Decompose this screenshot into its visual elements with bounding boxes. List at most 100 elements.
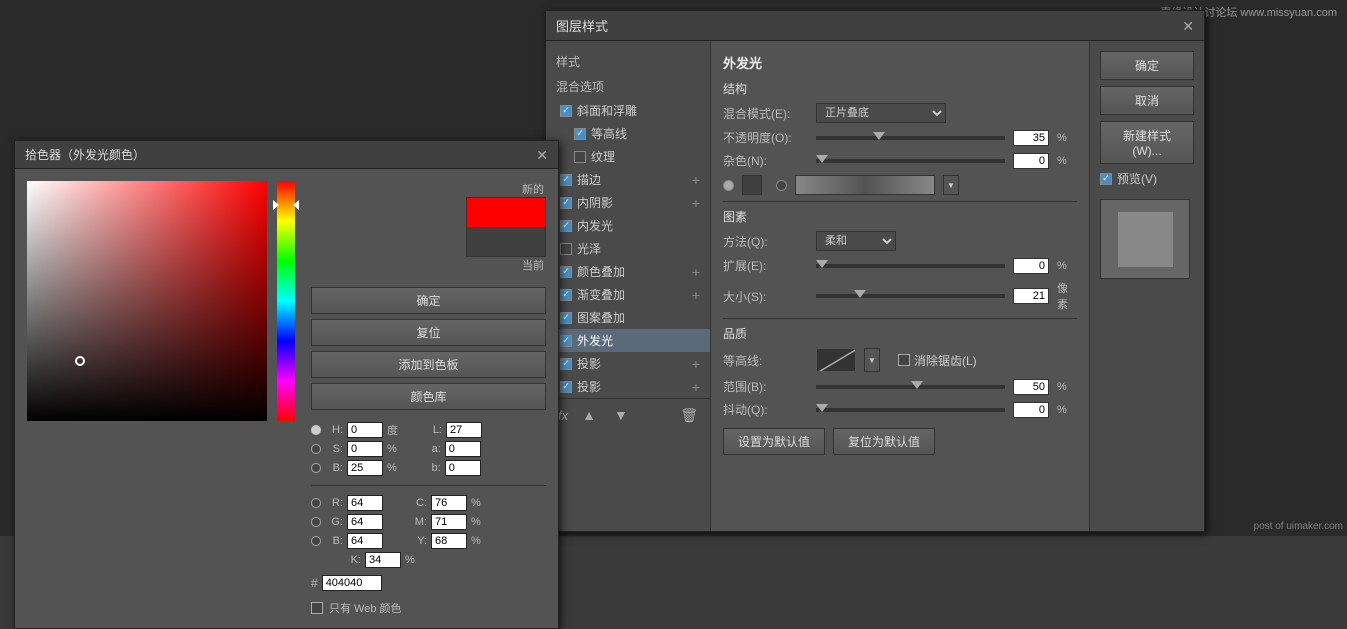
noise-input[interactable] bbox=[1013, 153, 1049, 169]
anti-alias-checkbox[interactable] bbox=[898, 354, 910, 366]
glow-color-swatch[interactable] bbox=[742, 175, 762, 195]
h-input[interactable] bbox=[347, 422, 383, 438]
s-input[interactable] bbox=[347, 441, 383, 457]
outer-glow-checkbox[interactable] bbox=[560, 335, 572, 347]
move-down-button[interactable]: ▼ bbox=[610, 405, 632, 425]
size-slider-track[interactable] bbox=[816, 294, 1005, 298]
reset-button[interactable]: 复位 bbox=[311, 319, 546, 346]
contour-checkbox[interactable] bbox=[574, 128, 586, 140]
y-input[interactable] bbox=[431, 533, 467, 549]
cancel-panel-button[interactable]: 取消 bbox=[1100, 86, 1194, 115]
style-item-contour[interactable]: 等高线 bbox=[546, 122, 710, 145]
hex-input[interactable] bbox=[322, 575, 382, 591]
gradient-overlay-checkbox[interactable] bbox=[560, 289, 572, 301]
reset-default-button[interactable]: 复位为默认值 bbox=[833, 428, 935, 455]
color-library-button[interactable]: 颜色库 bbox=[311, 383, 546, 410]
jitter-label: 抖动(Q): bbox=[723, 401, 808, 418]
ok-panel-button[interactable]: 确定 bbox=[1100, 51, 1194, 80]
style-item-bevel[interactable]: 斜面和浮雕 bbox=[546, 99, 710, 122]
contour-preview[interactable] bbox=[816, 348, 856, 372]
drop-shadow1-checkbox[interactable] bbox=[560, 358, 572, 370]
m-unit: % bbox=[471, 516, 481, 528]
bevel-checkbox[interactable] bbox=[560, 105, 572, 117]
s-radio[interactable] bbox=[311, 444, 321, 454]
b-input-row: B: % b: bbox=[311, 460, 546, 476]
inner-glow-checkbox[interactable] bbox=[560, 220, 572, 232]
blend-mode-select[interactable]: 正片叠底 bbox=[816, 103, 946, 123]
b3-input[interactable] bbox=[445, 460, 481, 476]
range-slider-track[interactable] bbox=[816, 385, 1005, 389]
drop-shadow2-checkbox[interactable] bbox=[560, 381, 572, 393]
l-input[interactable] bbox=[446, 422, 482, 438]
style-item-stroke[interactable]: 描边 + bbox=[546, 168, 710, 191]
style-item-pattern-overlay[interactable]: 图案叠加 bbox=[546, 306, 710, 329]
style-item-color-overlay[interactable]: 颜色叠加 + bbox=[546, 260, 710, 283]
m-input[interactable] bbox=[431, 514, 467, 530]
spread-label: 扩展(E): bbox=[723, 257, 808, 274]
opacity-input[interactable] bbox=[1013, 130, 1049, 146]
c-input[interactable] bbox=[431, 495, 467, 511]
b2-input[interactable] bbox=[347, 533, 383, 549]
r-radio[interactable] bbox=[311, 498, 321, 508]
color-overlay-checkbox[interactable] bbox=[560, 266, 572, 278]
spread-slider-thumb[interactable] bbox=[816, 260, 828, 268]
move-up-button[interactable]: ▲ bbox=[578, 405, 600, 425]
style-item-satin[interactable]: 光泽 bbox=[546, 237, 710, 260]
style-item-outer-glow[interactable]: 外发光 bbox=[546, 329, 710, 352]
solid-color-radio[interactable] bbox=[723, 180, 734, 191]
style-item-gradient-overlay[interactable]: 渐变叠加 + bbox=[546, 283, 710, 306]
delete-button[interactable]: 🗑 bbox=[680, 407, 698, 424]
style-item-texture[interactable]: 纹理 bbox=[546, 145, 710, 168]
ok-button[interactable]: 确定 bbox=[311, 287, 546, 314]
noise-slider-track[interactable] bbox=[816, 159, 1005, 163]
g-input[interactable] bbox=[347, 514, 383, 530]
noise-slider-thumb[interactable] bbox=[816, 155, 828, 163]
pattern-overlay-checkbox[interactable] bbox=[560, 312, 572, 324]
g-radio[interactable] bbox=[311, 517, 321, 527]
gradient-dropdown-arrow[interactable]: ▼ bbox=[943, 175, 959, 195]
hue-slider[interactable] bbox=[277, 181, 295, 421]
opacity-slider-thumb[interactable] bbox=[873, 132, 885, 140]
texture-checkbox[interactable] bbox=[574, 151, 586, 163]
b2-radio[interactable] bbox=[311, 536, 321, 546]
b-input[interactable] bbox=[347, 460, 383, 476]
color-gradient-square[interactable] bbox=[27, 181, 267, 421]
method-row: 方法(Q): 柔和 bbox=[723, 231, 1077, 251]
style-item-drop-shadow-1[interactable]: 投影 + bbox=[546, 352, 710, 375]
jitter-slider-track[interactable] bbox=[816, 408, 1005, 412]
gradient-radio[interactable] bbox=[776, 180, 787, 191]
new-style-panel-button[interactable]: 新建样式(W)... bbox=[1100, 121, 1194, 164]
r-input[interactable] bbox=[347, 495, 383, 511]
a-input[interactable] bbox=[445, 441, 481, 457]
add-to-palette-button[interactable]: 添加到色板 bbox=[311, 351, 546, 378]
inner-shadow-checkbox[interactable] bbox=[560, 197, 572, 209]
contour-dropdown-arrow[interactable]: ▼ bbox=[864, 348, 880, 372]
style-item-inner-shadow[interactable]: 内阴影 + bbox=[546, 191, 710, 214]
spread-input[interactable] bbox=[1013, 258, 1049, 274]
range-slider-thumb[interactable] bbox=[911, 381, 923, 389]
color-picker-close-button[interactable]: ✕ bbox=[536, 148, 548, 162]
anti-alias-label: 消除锯齿(L) bbox=[914, 352, 977, 369]
b-radio[interactable] bbox=[311, 463, 321, 473]
satin-checkbox[interactable] bbox=[560, 243, 572, 255]
method-select[interactable]: 柔和 bbox=[816, 231, 896, 251]
web-color-checkbox[interactable] bbox=[311, 602, 323, 614]
h-radio[interactable] bbox=[311, 425, 321, 435]
set-default-button[interactable]: 设置为默认值 bbox=[723, 428, 825, 455]
stroke-checkbox[interactable] bbox=[560, 174, 572, 186]
opacity-slider-track[interactable] bbox=[816, 136, 1005, 140]
jitter-slider-thumb[interactable] bbox=[816, 404, 828, 412]
size-input[interactable] bbox=[1013, 288, 1049, 304]
gradient-preview[interactable] bbox=[795, 175, 935, 195]
jitter-input[interactable] bbox=[1013, 402, 1049, 418]
range-input[interactable] bbox=[1013, 379, 1049, 395]
texture-label: 纹理 bbox=[591, 148, 615, 165]
spread-slider-track[interactable] bbox=[816, 264, 1005, 268]
style-item-drop-shadow-2[interactable]: 投影 + bbox=[546, 375, 710, 398]
style-item-inner-glow[interactable]: 内发光 bbox=[546, 214, 710, 237]
layer-style-close-button[interactable]: ✕ bbox=[1182, 19, 1194, 33]
stroke-label: 描边 bbox=[577, 171, 601, 188]
k-input[interactable] bbox=[365, 552, 401, 568]
preview-checkbox[interactable] bbox=[1100, 173, 1112, 185]
size-slider-thumb[interactable] bbox=[854, 290, 866, 298]
